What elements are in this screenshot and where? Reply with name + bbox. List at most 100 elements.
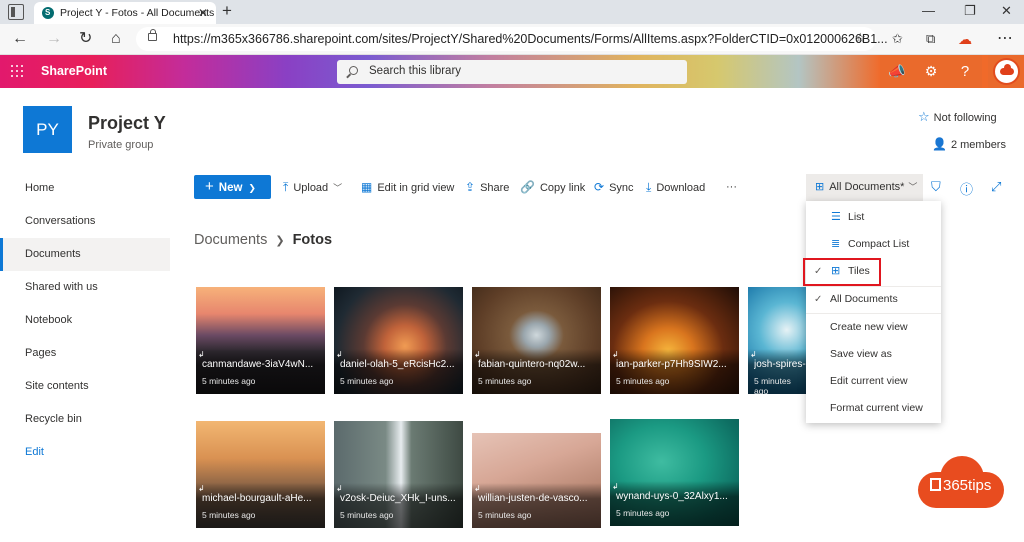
tab-title: Project Y - Fotos - All Documents xyxy=(60,7,215,19)
upload-icon: ⤒ xyxy=(283,180,289,194)
nav-item-label: Pages xyxy=(25,347,57,359)
menu-item-create-new-view[interactable]: Create new view xyxy=(806,314,941,341)
menu-item-label: All Documents xyxy=(830,293,898,305)
file-tile[interactable]: ↲ v2osk-Deiuc_XHk_I-uns... 5 minutes ago xyxy=(334,421,463,528)
url-field[interactable]: https://m365x366786.sharepoint.com/sites… xyxy=(136,27,888,51)
favorite-star-icon[interactable]: ☆ xyxy=(854,30,866,46)
nav-item-conversations[interactable]: Conversations xyxy=(0,205,170,238)
view-selector[interactable]: ⊞ All Documents* ﹀ xyxy=(806,174,923,201)
tile-modified: 5 minutes ago xyxy=(202,376,256,386)
sharepoint-brand[interactable]: SharePoint xyxy=(41,64,107,78)
forward-icon[interactable]: → xyxy=(46,29,62,49)
new-button[interactable]: + New ❯ xyxy=(194,175,271,199)
file-tile[interactable]: ↲ fabian-quintero-nq02w... 5 minutes ago xyxy=(472,287,601,394)
tile-modified: 5 minutes ago xyxy=(616,376,670,386)
tile-modified: 5 minutes ago xyxy=(616,508,670,518)
favorites-icon[interactable]: ✩ xyxy=(892,29,903,49)
tile-filename: wynand-uys-0_32Alxy1... xyxy=(616,491,728,502)
menu-item-save-view-as[interactable]: Save view as xyxy=(806,341,941,368)
lock-icon xyxy=(148,29,157,41)
nav-edit-link[interactable]: Edit xyxy=(0,436,170,469)
grid-icon: ▦ xyxy=(361,180,373,194)
refresh-icon[interactable]: ↻ xyxy=(79,29,92,49)
members-button[interactable]: 👤 2 members xyxy=(932,137,1006,151)
download-button[interactable]: ⤓ Download xyxy=(646,174,705,200)
tab-actions-icon[interactable] xyxy=(8,4,24,20)
back-icon[interactable]: ← xyxy=(12,29,28,49)
tile-shade xyxy=(610,349,739,394)
nav-item-label: Notebook xyxy=(25,314,73,326)
plus-icon: + xyxy=(205,178,214,195)
file-tile[interactable]: ↲ daniel-olah-5_eRcisHc2... 5 minutes ag… xyxy=(334,287,463,394)
breadcrumb-current: Fotos xyxy=(292,232,333,248)
settings-gear-icon[interactable]: ⚙ xyxy=(914,55,948,88)
close-window-icon[interactable]: ✕ xyxy=(1001,2,1012,20)
help-icon[interactable]: ? xyxy=(948,55,982,88)
file-tile[interactable]: ↲ josh-spires-... 5 minutes ago xyxy=(748,287,806,394)
browser-menu-icon[interactable]: ⋯ xyxy=(997,29,1013,49)
nav-item-documents[interactable]: Documents xyxy=(0,238,170,271)
minimize-icon[interactable]: — xyxy=(922,2,935,20)
filter-icon[interactable]: ⛉ xyxy=(931,179,941,195)
collections-icon[interactable]: ⧉ xyxy=(926,29,935,49)
nav-item-label: Shared with us xyxy=(25,281,98,293)
365tips-logo: 365tips xyxy=(918,456,1004,508)
home-icon[interactable]: ⌂ xyxy=(111,29,121,49)
new-tab-icon[interactable]: + xyxy=(222,1,232,21)
breadcrumb-root[interactable]: Documents xyxy=(194,232,267,248)
copy-link-label: Copy link xyxy=(539,182,586,194)
avatar[interactable] xyxy=(993,58,1020,85)
menu-item-list[interactable]: ☰ List xyxy=(806,204,941,231)
grid-icon: ⊞ xyxy=(815,181,825,193)
restore-icon[interactable]: ❐ xyxy=(964,2,976,20)
nav-item-notebook[interactable]: Notebook xyxy=(0,304,170,337)
members-label: 2 members xyxy=(950,139,1006,151)
file-tile[interactable]: ↲ canmandawe-3iaV4wN... 5 minutes ago xyxy=(196,287,325,394)
search-box[interactable]: Search this library xyxy=(337,60,687,84)
edit-grid-view-button[interactable]: ▦ Edit in grid view xyxy=(361,174,454,200)
site-title[interactable]: Project Y xyxy=(88,113,166,134)
menu-item-label: Compact List xyxy=(848,238,910,250)
nav-item-site-contents[interactable]: Site contents xyxy=(0,370,170,403)
tile-shade xyxy=(334,483,463,528)
site-logo[interactable]: PY xyxy=(23,106,72,153)
copy-link-button[interactable]: 🔗 Copy link xyxy=(520,174,585,200)
nav-item-shared-with-us[interactable]: Shared with us xyxy=(0,271,170,304)
nav-item-recycle-bin[interactable]: Recycle bin xyxy=(0,403,170,436)
nav-item-pages[interactable]: Pages xyxy=(0,337,170,370)
menu-item-compact-list[interactable]: ≣ Compact List xyxy=(806,231,941,258)
sync-button[interactable]: ⟳ Sync xyxy=(594,174,634,200)
app-launcher-icon[interactable] xyxy=(11,65,23,77)
share-button[interactable]: ⇪ Share xyxy=(465,174,509,200)
account-area[interactable] xyxy=(988,55,1024,88)
file-tile[interactable]: ↲ ian-parker-p7Hh9SIW2... 5 minutes ago xyxy=(610,287,739,394)
browser-tab[interactable]: Project Y - Fotos - All Documents ✕ xyxy=(34,2,216,24)
close-tab-icon[interactable]: ✕ xyxy=(198,2,208,24)
expand-icon[interactable]: ⤢ xyxy=(991,179,1001,195)
left-navigation: Home Conversations Documents Shared with… xyxy=(0,172,170,469)
tile-filename: josh-spires-... xyxy=(754,359,806,370)
follow-button[interactable]: ☆ Not following xyxy=(918,109,997,125)
search-placeholder: Search this library xyxy=(369,65,462,77)
sync-status-icon: ↲ xyxy=(612,482,619,491)
sync-status-icon: ↲ xyxy=(750,350,757,359)
tile-filename: daniel-olah-5_eRcisHc2... xyxy=(340,359,455,370)
new-label: New xyxy=(218,182,243,194)
sync-status-icon: ↲ xyxy=(474,484,481,493)
file-tile[interactable]: ↲ michael-bourgault-aHe... 5 minutes ago xyxy=(196,421,325,528)
file-tile[interactable]: ↲ willian-justen-de-vasco... 5 minutes a… xyxy=(472,433,601,528)
menu-item-format-current-view[interactable]: Format current view xyxy=(806,395,941,422)
onedrive-icon[interactable]: ☁ xyxy=(958,29,972,49)
nav-item-home[interactable]: Home xyxy=(0,172,170,205)
chevron-down-icon: ﹀ xyxy=(908,182,918,192)
menu-item-edit-current-view[interactable]: Edit current view xyxy=(806,368,941,395)
upload-button[interactable]: ⤒ Upload ﹀ xyxy=(283,174,342,200)
menu-item-all-documents[interactable]: ✓ All Documents xyxy=(806,286,941,313)
tile-shade xyxy=(334,349,463,394)
file-tile[interactable]: ↲ wynand-uys-0_32Alxy1... 5 minutes ago xyxy=(610,419,739,526)
megaphone-icon[interactable]: 📣 xyxy=(880,55,914,88)
info-icon[interactable]: ⓘ xyxy=(960,179,973,198)
tile-shade xyxy=(472,349,601,394)
sync-status-icon: ↲ xyxy=(198,484,205,493)
more-commands-button[interactable]: ··· xyxy=(726,174,737,200)
